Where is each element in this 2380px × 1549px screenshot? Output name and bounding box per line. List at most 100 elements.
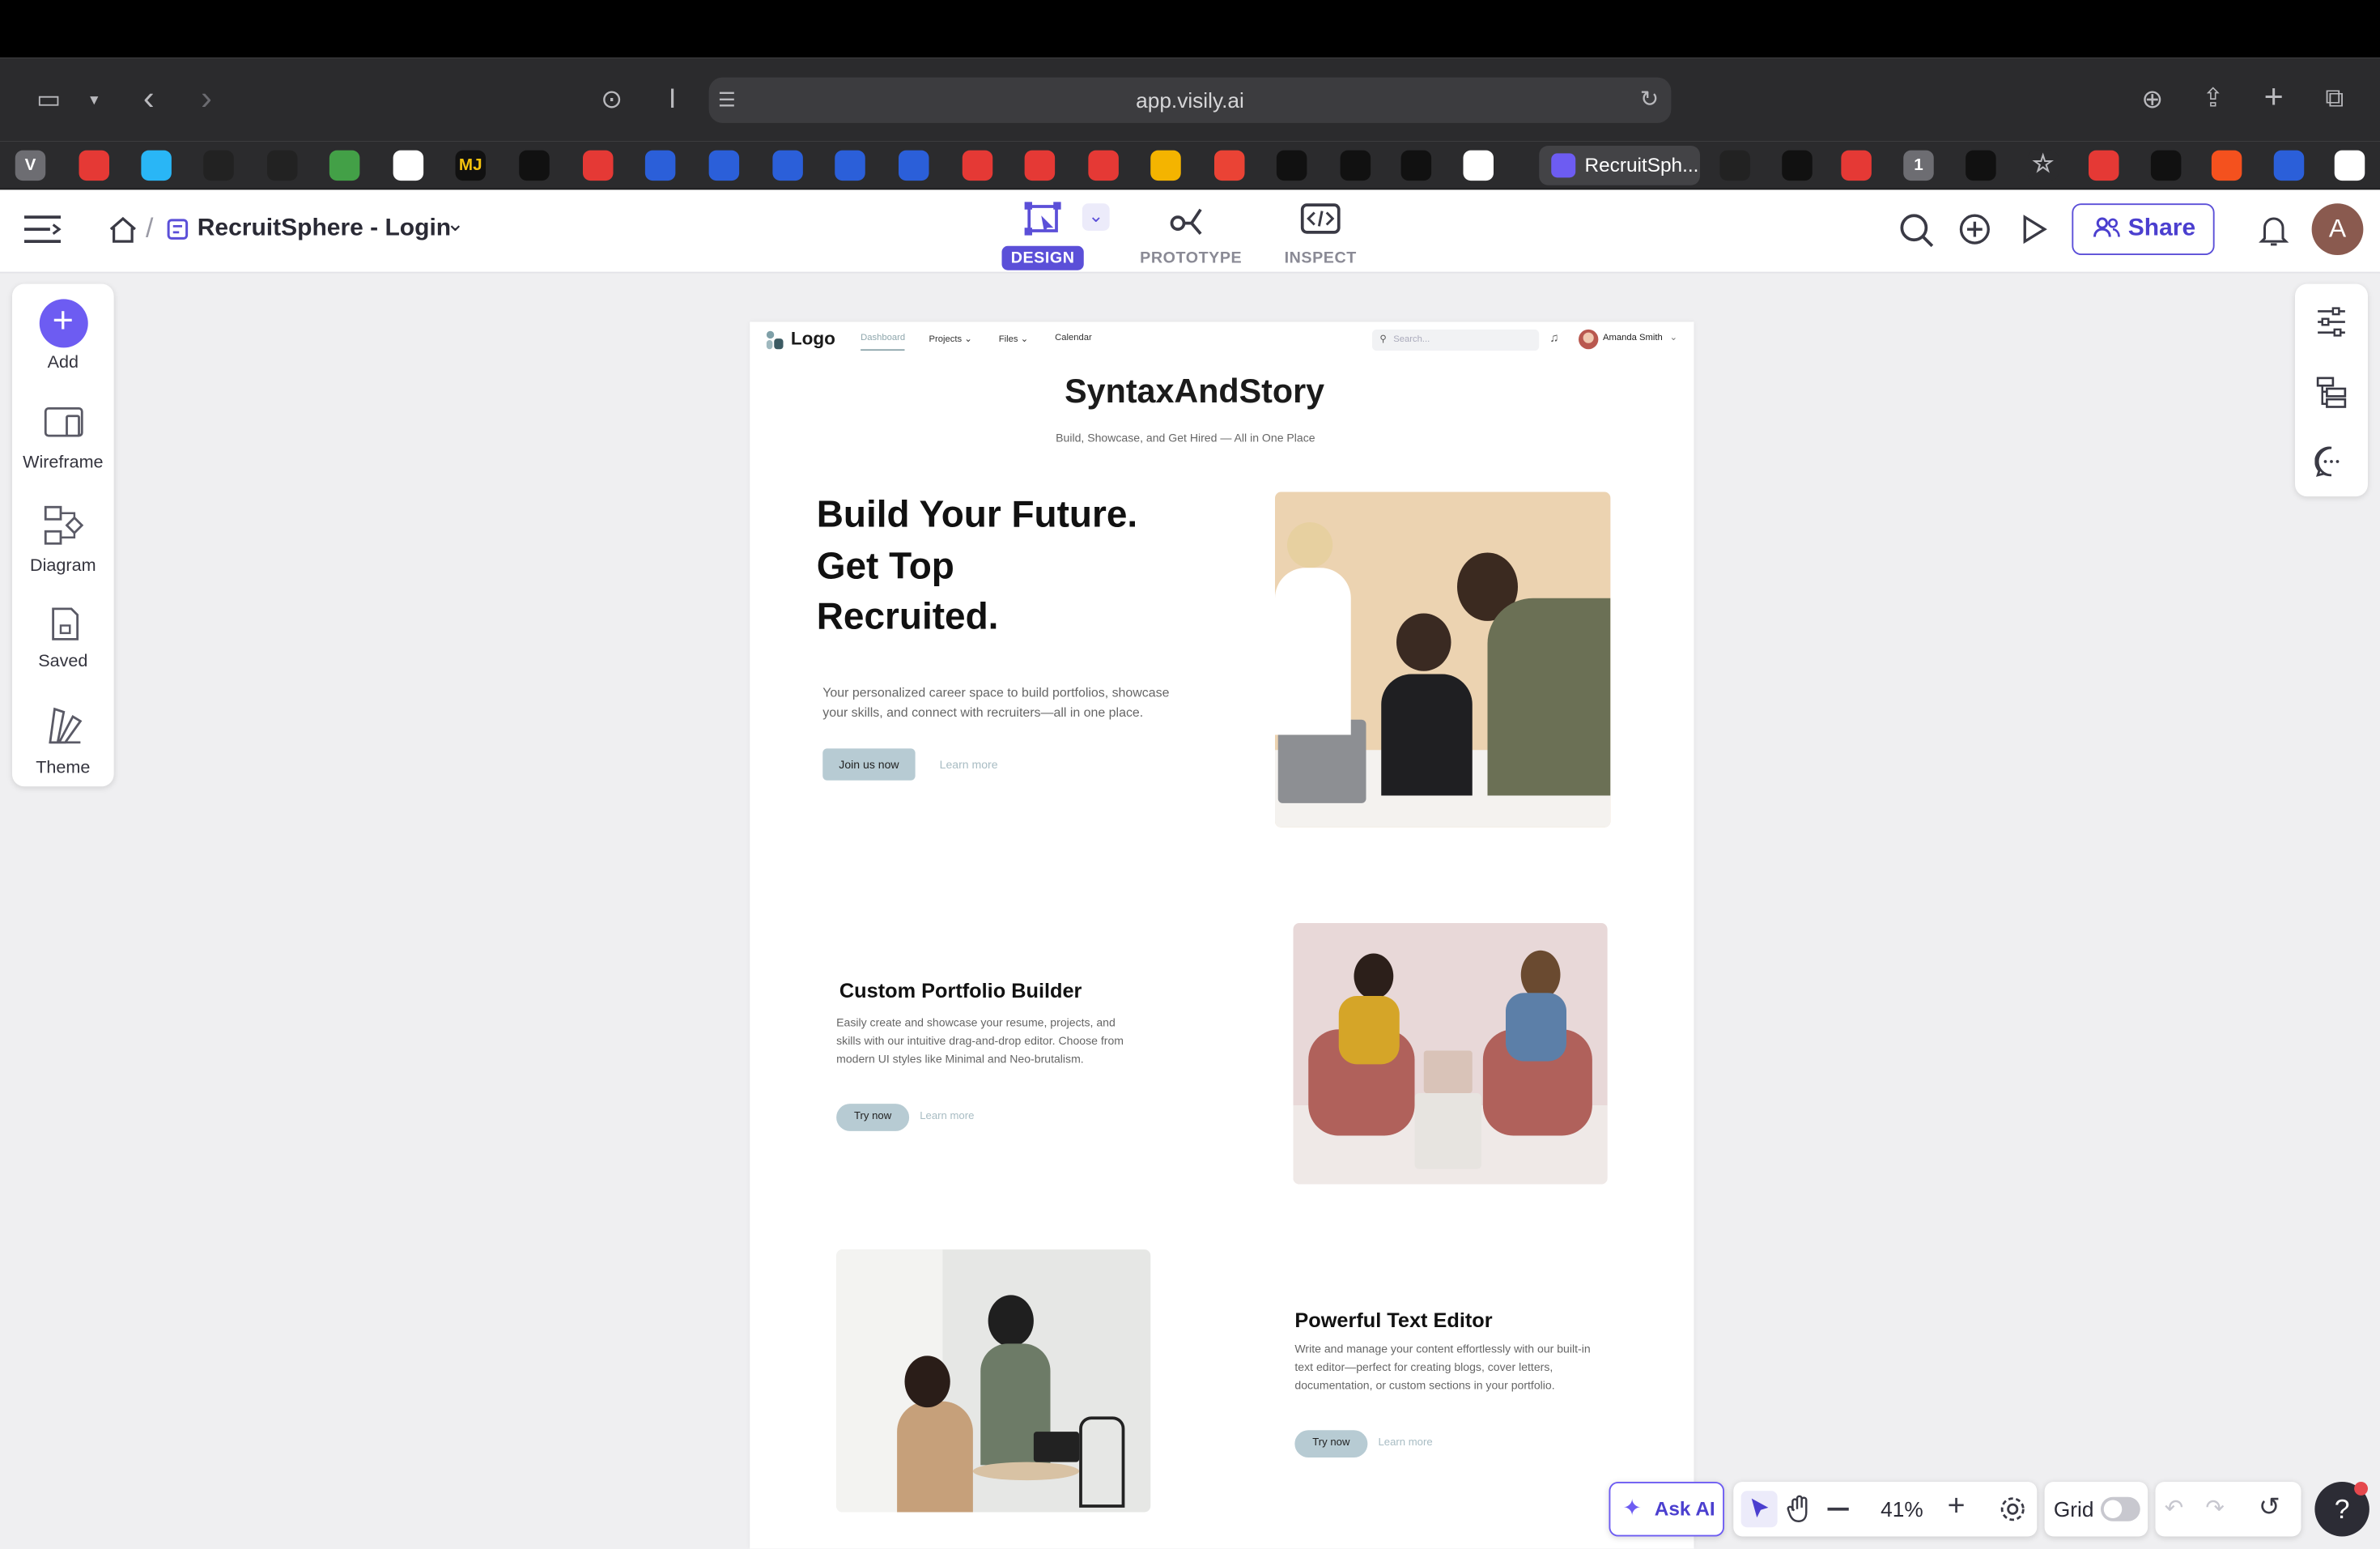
grid-toggle[interactable]: Grid: [2044, 1482, 2148, 1537]
add-circle-icon[interactable]: [1958, 213, 1991, 246]
design-bell-icon[interactable]: ♫: [1549, 331, 1558, 345]
bookmark-favicon-icon[interactable]: [1150, 150, 1181, 181]
nav-dashboard[interactable]: Dashboard: [861, 334, 906, 351]
bookmark-favicon-icon[interactable]: [2273, 150, 2305, 181]
history-icon[interactable]: ↺: [2259, 1492, 2280, 1523]
bookmark-favicon-icon[interactable]: [1782, 150, 1813, 181]
reader-icon[interactable]: Ⅰ: [654, 85, 691, 116]
bookmark-favicon-icon[interactable]: [772, 150, 803, 181]
bookmark-favicon-icon[interactable]: [1024, 150, 1056, 181]
bookmark-favicon-icon[interactable]: [2334, 150, 2365, 181]
play-circle-icon[interactable]: ⊙: [593, 85, 630, 116]
search-icon[interactable]: [1899, 213, 1936, 249]
bookmark-favicon-icon[interactable]: MJ: [455, 150, 486, 181]
settings-icon[interactable]: [1999, 1496, 2026, 1523]
download-icon[interactable]: ⊕: [2134, 85, 2170, 116]
new-tab-icon[interactable]: +: [2255, 79, 2292, 113]
feature-learn-more-link[interactable]: Learn more: [1379, 1438, 1433, 1449]
sidebar-toggle-icon[interactable]: ▭: [31, 85, 67, 116]
undo-icon[interactable]: ↶: [2165, 1494, 2184, 1521]
tool-diagram[interactable]: Diagram: [12, 504, 114, 576]
user-avatar[interactable]: A: [2311, 203, 2364, 255]
bookmark-favicon-icon[interactable]: [1276, 150, 1307, 181]
bookmark-favicon-icon[interactable]: [1214, 150, 1245, 181]
feature-learn-more-link[interactable]: Learn more: [920, 1112, 974, 1122]
design-canvas[interactable]: Logo Dashboard Projects ⌄ Files ⌄ Calend…: [750, 321, 1694, 1549]
sliders-icon[interactable]: [2314, 305, 2348, 338]
zoom-in-icon[interactable]: +: [1948, 1489, 1966, 1524]
bookmark-favicon-icon[interactable]: [962, 150, 993, 181]
bookmark-favicon-icon[interactable]: [899, 150, 929, 181]
nav-files[interactable]: Files ⌄: [999, 334, 1028, 344]
bell-icon[interactable]: [2259, 214, 2289, 247]
bookmark-favicon-icon[interactable]: [835, 150, 865, 181]
bookmark-favicon-icon[interactable]: [141, 150, 172, 181]
zoom-out-icon[interactable]: [1827, 1507, 1849, 1511]
share-button[interactable]: Share: [2072, 203, 2215, 255]
page-title[interactable]: RecruitSphere - Login: [198, 215, 451, 243]
forward-icon[interactable]: ›: [189, 81, 225, 114]
back-icon[interactable]: ‹: [130, 81, 167, 114]
bookmark-favicon-icon[interactable]: [393, 150, 424, 181]
design-options-chevron-icon[interactable]: ⌄: [1082, 203, 1110, 231]
bookmark-favicon-icon[interactable]: V: [15, 150, 46, 181]
bookmark-favicon-icon[interactable]: [2211, 150, 2242, 181]
page-menu-icon[interactable]: ☰: [718, 78, 736, 123]
bookmark-favicon-icon[interactable]: [519, 150, 550, 181]
tab-inspect[interactable]: INSPECT: [1272, 201, 1369, 267]
menu-icon[interactable]: [23, 213, 62, 246]
tool-wireframe[interactable]: Wireframe: [12, 404, 114, 472]
play-icon[interactable]: [2019, 214, 2050, 245]
hand-icon[interactable]: [1783, 1494, 1814, 1525]
bookmark-favicon-icon[interactable]: [708, 150, 740, 181]
title-chevron-down-icon[interactable]: ⌄: [446, 211, 464, 237]
try-now-button[interactable]: Try now: [836, 1104, 910, 1131]
tab-overview-icon[interactable]: ⧉: [2316, 83, 2352, 114]
grid-switch[interactable]: [2101, 1496, 2140, 1521]
try-now-button[interactable]: Try now: [1294, 1430, 1368, 1458]
bookmark-favicon-icon[interactable]: [2089, 150, 2119, 181]
comment-icon[interactable]: [2314, 445, 2348, 478]
design-user-avatar[interactable]: [1579, 329, 1599, 350]
bookmark-favicon-icon[interactable]: [1340, 150, 1371, 181]
address-bar[interactable]: ☰ app.visily.ai ↻: [708, 77, 1672, 123]
bookmark-favicon-icon[interactable]: ☆: [2028, 150, 2059, 181]
tab-group-chevron-icon[interactable]: ▾: [76, 85, 113, 116]
bookmark-favicon-icon[interactable]: [329, 150, 360, 181]
tab-design[interactable]: DESIGN: [994, 201, 1091, 270]
bookmark-favicon-icon[interactable]: [203, 150, 234, 181]
bookmark-favicon-icon[interactable]: [1719, 150, 1750, 181]
join-button[interactable]: Join us now: [822, 748, 916, 781]
share-sheet-icon[interactable]: ⇪: [2195, 83, 2231, 114]
hero-learn-more-link[interactable]: Learn more: [940, 758, 998, 772]
design-search-field[interactable]: ⚲ Search...: [1372, 329, 1540, 351]
bookmark-favicon-icon[interactable]: [79, 150, 109, 181]
redo-icon[interactable]: ↷: [2205, 1494, 2225, 1521]
bookmark-favicon-icon[interactable]: [2150, 150, 2182, 181]
bookmark-favicon-icon[interactable]: [1088, 150, 1119, 181]
reload-icon[interactable]: ↻: [1640, 78, 1660, 123]
design-user-chevron-icon[interactable]: ⌄: [1670, 333, 1677, 343]
ask-ai-button[interactable]: ✦ Ask AI: [1609, 1482, 1724, 1537]
bookmark-favicon-icon[interactable]: [1400, 150, 1432, 181]
nav-projects[interactable]: Projects ⌄: [929, 334, 972, 344]
bookmark-favicon-icon[interactable]: [1463, 150, 1494, 181]
bookmark-favicon-icon[interactable]: 1: [1903, 150, 1934, 181]
select-tool[interactable]: [1740, 1491, 1778, 1528]
tool-saved[interactable]: Saved: [12, 606, 114, 671]
tab-prototype[interactable]: PROTOTYPE: [1140, 201, 1242, 267]
bookmark-favicon-icon[interactable]: [267, 150, 298, 181]
bookmark-favicon-icon[interactable]: [1966, 150, 1996, 181]
bookmark-favicon-icon[interactable]: [644, 150, 676, 181]
home-icon[interactable]: [108, 215, 138, 243]
help-button[interactable]: ?: [2314, 1482, 2369, 1537]
design-user-name[interactable]: Amanda Smith: [1603, 334, 1663, 343]
nav-calendar[interactable]: Calendar: [1055, 334, 1092, 343]
active-tab[interactable]: RecruitSph...: [1539, 146, 1700, 185]
tool-add[interactable]: + Add: [12, 299, 114, 372]
layers-icon[interactable]: [2314, 375, 2348, 408]
tool-theme[interactable]: Theme: [12, 703, 114, 777]
bookmark-favicon-icon[interactable]: [583, 150, 614, 181]
bookmark-favicon-icon[interactable]: [1841, 150, 1872, 181]
zoom-level[interactable]: 41%: [1881, 1497, 1923, 1521]
